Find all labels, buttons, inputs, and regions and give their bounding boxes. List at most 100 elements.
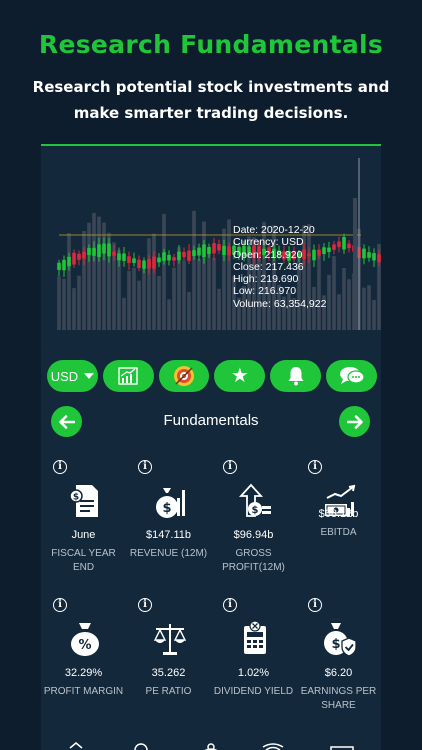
chevron-down-icon: [84, 373, 95, 379]
fundamental-value: $147.11b: [145, 529, 192, 541]
info-icon[interactable]: i: [308, 598, 322, 612]
volume-bar: [227, 219, 231, 330]
app-screen: Date: 2020-12-20 Currency: USD Open: 218…: [41, 144, 381, 750]
volume-bar: [142, 264, 146, 330]
favorite-button[interactable]: ★: [214, 360, 266, 392]
candle-body: [222, 245, 226, 256]
candle-body: [152, 256, 156, 269]
next-button[interactable]: [339, 406, 370, 437]
candle-body: [87, 247, 91, 256]
volume-bar: [127, 270, 131, 330]
candle-body: [347, 243, 351, 249]
info-icon[interactable]: i: [53, 460, 67, 474]
info-icon[interactable]: i: [138, 598, 152, 612]
document-icon: $: [69, 485, 98, 517]
signal-icon: [262, 743, 284, 750]
tooltip-open: Open: 218.920: [233, 248, 303, 261]
candle-body: [362, 248, 366, 259]
volume-bar: [362, 287, 366, 330]
volume-bar: [137, 280, 141, 330]
candle-body: [142, 260, 146, 269]
candlestick-chart[interactable]: Date: 2020-12-20 Currency: USD Open: 218…: [41, 158, 381, 336]
scale-icon: [153, 624, 187, 655]
chat-button[interactable]: [326, 360, 377, 392]
candle-body: [197, 247, 201, 256]
tooltip-volume: Volume: 63,354,922: [233, 297, 327, 310]
candle-body: [117, 253, 121, 261]
candle-body: [332, 244, 336, 250]
candle-body: [137, 259, 141, 269]
chart-canvas: [57, 158, 381, 330]
candle-body: [112, 251, 116, 256]
candle-body: [207, 246, 211, 255]
fundamental-label: REVENUE (12M): [129, 548, 208, 559]
candle-body: [172, 257, 176, 261]
tooltip-high: High: 219.690: [233, 273, 299, 286]
volume-bar: [182, 260, 186, 330]
info-icon[interactable]: i: [223, 598, 237, 612]
volume-bar: [202, 221, 206, 330]
target-icon: [174, 366, 195, 386]
section-header: Fundamentals: [41, 404, 381, 438]
profit-icon: $: [238, 483, 271, 517]
fundamental-value: 1.02%: [237, 667, 270, 679]
volume-bar: [342, 267, 346, 330]
alert-button[interactable]: [270, 360, 322, 392]
candle-body: [157, 257, 161, 263]
fundamental-value: $68.12b: [318, 508, 359, 520]
candle-body: [92, 247, 96, 256]
candle-body: [77, 253, 81, 260]
currency-select[interactable]: USD: [47, 360, 98, 392]
candle-body: [167, 254, 171, 261]
volume-bar: [197, 258, 201, 330]
info-icon[interactable]: i: [53, 598, 67, 612]
tooltip-date: Date: 2020-12-20: [233, 224, 315, 236]
volume-bar: [132, 267, 136, 330]
fundamental-value: 32.29%: [64, 667, 103, 679]
chevron-up-icon: [69, 742, 83, 749]
candle-body: [377, 254, 381, 263]
candle-body: [162, 252, 166, 261]
candle-body: [342, 237, 346, 250]
volume-bar: [97, 216, 101, 330]
candle-body: [327, 247, 331, 253]
star-icon: ★: [230, 365, 249, 387]
money-bag-icon: $: [156, 488, 185, 518]
volume-bar: [353, 198, 357, 330]
search-icon: [134, 743, 148, 750]
fundamental-value: $6.20: [324, 667, 353, 679]
volume-bar: [327, 274, 331, 330]
candle-body: [62, 259, 66, 271]
svg-text:$: $: [252, 505, 259, 516]
chart-button[interactable]: [102, 360, 154, 392]
tooltip-low: Low: 216.970: [233, 285, 297, 298]
info-icon[interactable]: i: [138, 460, 152, 474]
target-button[interactable]: [158, 360, 210, 392]
promo-subline: Research potential stock investments and…: [32, 78, 390, 122]
arrow-right-icon: [346, 414, 363, 429]
volume-bar: [217, 288, 221, 330]
candle-body: [192, 250, 196, 256]
dollar-shield-icon: $: [324, 623, 357, 657]
candle-body: [177, 251, 181, 261]
candle-body: [337, 241, 341, 248]
info-icon[interactable]: i: [308, 460, 322, 474]
candle-body: [97, 244, 101, 257]
candle-body: [212, 243, 216, 254]
fundamental-label: EBITDA: [320, 527, 357, 538]
candle-body: [217, 244, 221, 251]
volume-bar: [162, 213, 166, 330]
candle-body: [132, 258, 136, 263]
promo-headline: Research Fundamentals: [38, 30, 384, 59]
volume-bar: [172, 267, 176, 330]
volume-bar: [67, 233, 71, 330]
volume-bar: [92, 212, 96, 330]
fundamental-label: GROSS PROFIT(12M): [222, 548, 285, 573]
svg-text:%: %: [78, 638, 91, 653]
percent-bag-icon: %: [71, 623, 99, 656]
candle-body: [67, 256, 71, 267]
info-icon[interactable]: i: [223, 460, 237, 474]
candle-body: [182, 251, 186, 258]
fundamental-value: $96.94b: [233, 529, 274, 541]
volume-bar: [212, 257, 216, 330]
